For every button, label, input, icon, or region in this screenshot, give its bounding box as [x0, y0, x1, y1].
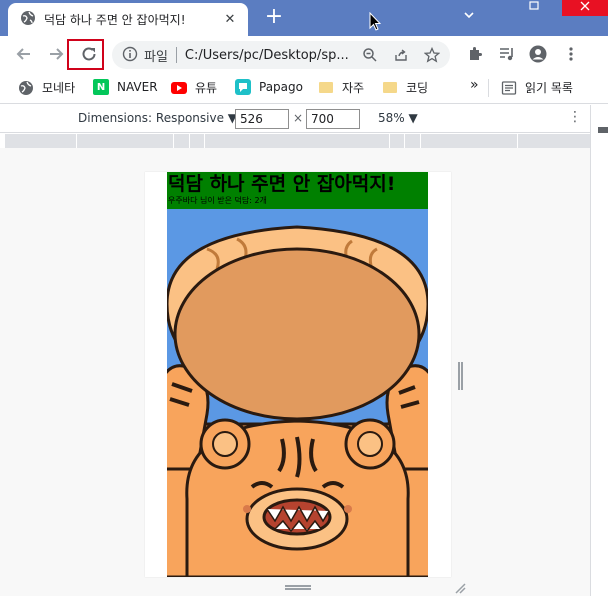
tiger-illustration [167, 209, 428, 577]
extensions-icon[interactable] [466, 45, 484, 63]
bookmark-folder-jaju[interactable]: 자주 [318, 79, 364, 96]
device-toolbar: Dimensions: Responsive ▼ × 58% ▼ ⋮ [0, 105, 590, 133]
reload-button[interactable] [77, 42, 101, 66]
ruler-tick [420, 134, 421, 148]
forward-button[interactable] [44, 42, 68, 66]
folder-icon [382, 80, 398, 96]
page-title: 덕담 하나 주면 안 잡아먹지! [168, 173, 396, 195]
window-maximize-icon[interactable] [520, 0, 548, 16]
viewport-resize-handle-right[interactable] [458, 362, 463, 390]
browser-menu-icon[interactable] [562, 45, 580, 63]
youtube-icon [171, 80, 187, 96]
url-text[interactable]: C:/Users/pc/Desktop/sp... [185, 48, 349, 63]
ruler-tick [204, 134, 205, 148]
forward-arrow-icon [50, 48, 64, 60]
bookmark-star-icon[interactable] [423, 46, 441, 63]
page-subtitle: 우주바다 님이 받은 덕담: 2개 [168, 196, 267, 205]
device-more-options-icon[interactable]: ⋮ [568, 109, 582, 125]
folder-icon [318, 80, 334, 96]
reading-list-button[interactable]: 읽기 목록 [501, 79, 573, 96]
ruler-tick [76, 134, 77, 148]
tab-title: 덕담 하나 주면 안 잡아먹지! [44, 13, 186, 27]
papago-icon [235, 79, 251, 95]
dimensions-times: × [293, 111, 304, 125]
devtools-edge [598, 127, 608, 133]
window-close-button[interactable] [562, 0, 608, 16]
back-arrow-icon [16, 48, 30, 60]
tab-strip: 덕담 하나 주면 안 잡아먹지! ✕ + [0, 0, 608, 36]
bookmark-label: 자주 [342, 81, 365, 95]
ruler-tick [517, 134, 518, 148]
bookmark-label: 모네타 [42, 81, 76, 95]
bookmarks-overflow-button[interactable]: » [470, 77, 479, 93]
bookmark-youtube[interactable]: 유튜 [171, 79, 217, 96]
reading-list-icon [501, 80, 517, 96]
media-control-icon[interactable] [498, 45, 516, 63]
new-tab-button[interactable]: + [262, 6, 286, 30]
ruler-tick [404, 134, 405, 148]
bookmarks-divider [488, 79, 489, 97]
bookmark-label: Papago [259, 80, 303, 94]
bookmark-papago[interactable]: Papago [235, 79, 303, 95]
media-query-ruler[interactable] [5, 134, 590, 148]
share-icon[interactable] [393, 47, 409, 63]
tab-close-icon[interactable]: ✕ [222, 12, 238, 27]
address-bar[interactable]: 파일 C:/Users/pc/Desktop/sp... [112, 41, 450, 69]
back-button[interactable] [12, 42, 36, 66]
bookmark-naver[interactable]: N NAVER [93, 79, 158, 95]
bookmark-label: NAVER [117, 80, 158, 94]
reload-icon [82, 47, 96, 61]
zoom-icon[interactable] [362, 47, 378, 63]
browser-toolbar: 파일 C:/Users/pc/Desktop/sp... [0, 36, 608, 72]
bookmark-label: 유튜 [195, 81, 218, 95]
ruler-tick [389, 134, 390, 148]
profile-avatar-icon[interactable] [529, 45, 547, 63]
info-icon[interactable] [122, 46, 138, 65]
ruler-tick [173, 134, 174, 148]
dimensions-dropdown[interactable]: Dimensions: Responsive ▼ [78, 111, 237, 125]
viewport-resize-handle-bottom[interactable] [285, 585, 311, 590]
naver-icon: N [93, 79, 109, 95]
browser-tab[interactable]: 덕담 하나 주면 안 잡아먹지! ✕ [8, 3, 248, 36]
ruler-tick [189, 134, 190, 148]
device-width-input[interactable] [235, 109, 289, 129]
url-scheme-label: 파일 [144, 49, 168, 65]
zoom-dropdown[interactable]: 58% ▼ [378, 111, 418, 125]
mouse-cursor-icon [369, 11, 382, 35]
reading-list-label: 읽기 목록 [525, 81, 573, 95]
bookmark-moneta[interactable]: 모네타 [18, 79, 75, 96]
devtools-side-panel [590, 105, 608, 596]
bookmarks-bar: 모네타 N NAVER 유튜 Papago 자주 코딩 » 읽기 목록 [0, 72, 608, 104]
bookmark-folder-coding[interactable]: 코딩 [382, 79, 428, 96]
viewport-resize-corner-icon[interactable] [454, 582, 466, 594]
omnibox-separator [175, 47, 177, 63]
globe-icon [20, 10, 36, 29]
globe-icon [18, 80, 34, 96]
tab-search-icon[interactable] [462, 8, 476, 25]
bookmark-label: 코딩 [406, 81, 429, 95]
device-height-input[interactable] [306, 109, 360, 129]
page-header: 덕담 하나 주면 안 잡아먹지! 우주바다 님이 받은 덕담: 2개 [167, 172, 428, 209]
